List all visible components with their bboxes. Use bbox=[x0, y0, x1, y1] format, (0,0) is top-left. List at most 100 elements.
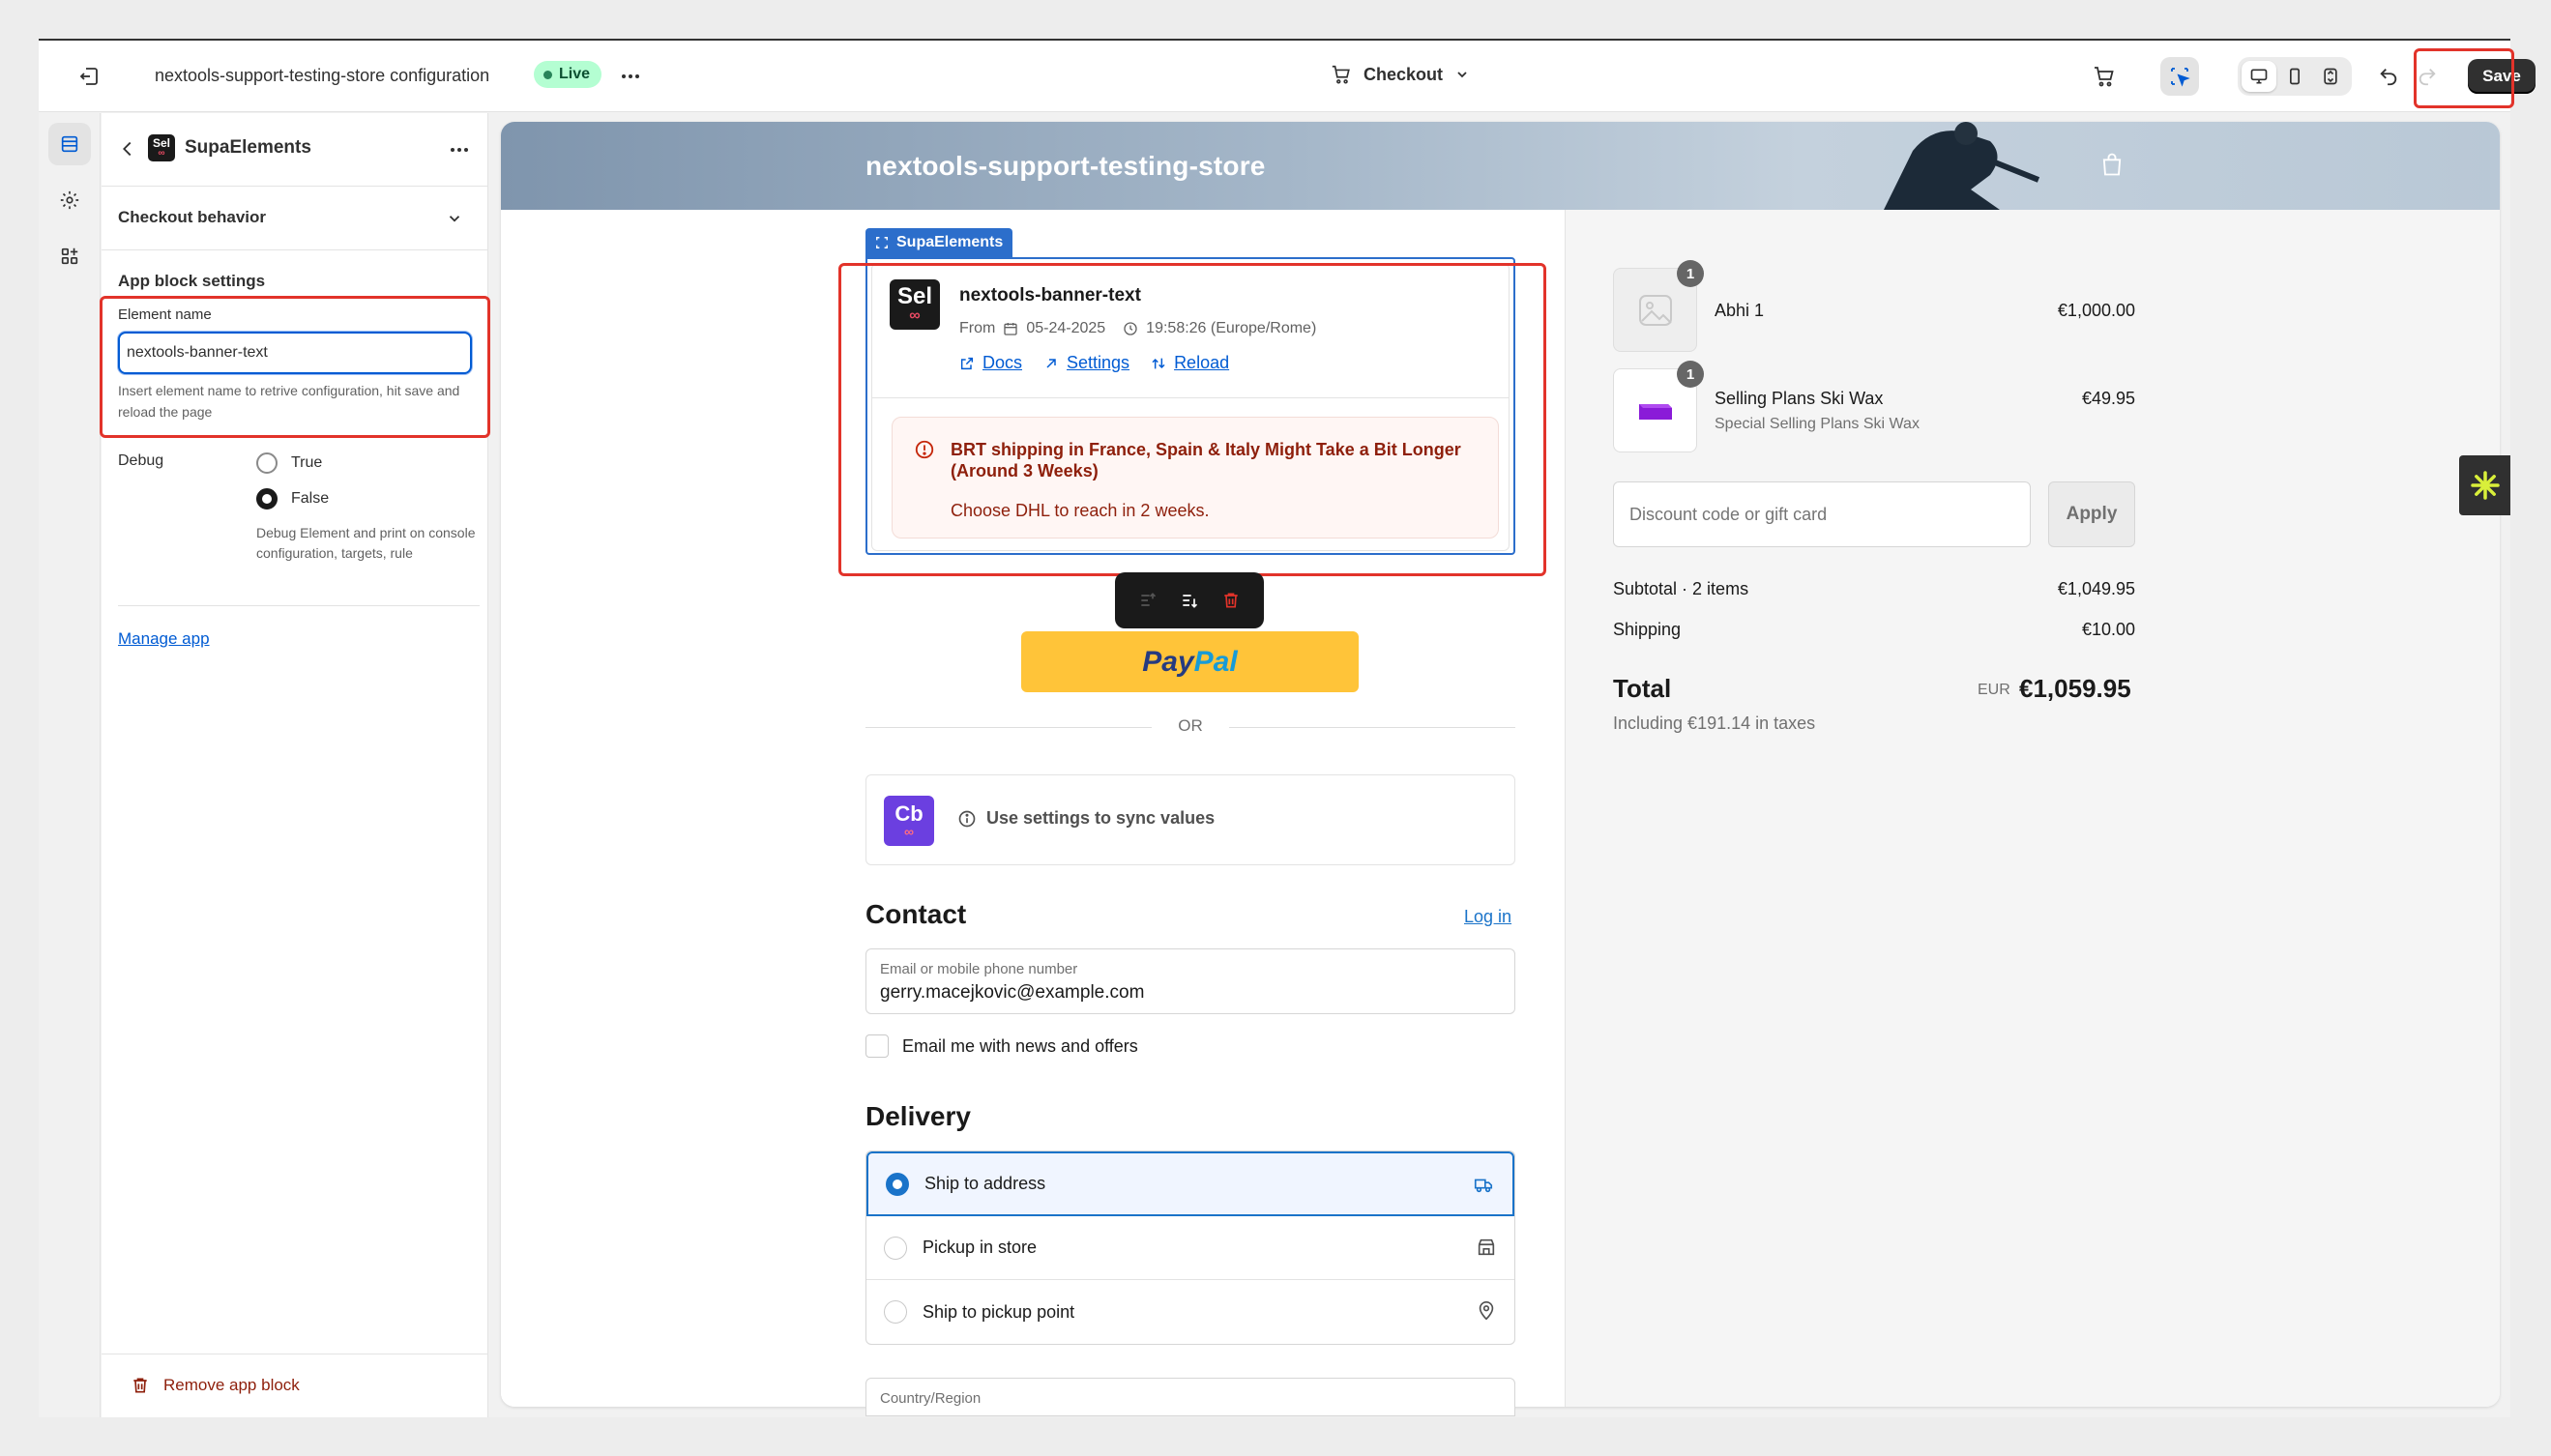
pickup-in-store-radio[interactable] bbox=[884, 1236, 907, 1260]
log-in-link[interactable]: Log in bbox=[1464, 907, 1511, 927]
email-field[interactable]: Email or mobile phone number gerry.macej… bbox=[865, 948, 1515, 1014]
divider-line bbox=[1229, 727, 1515, 728]
infinity-icon: ∞ bbox=[158, 148, 165, 159]
move-up-icon[interactable] bbox=[1138, 591, 1158, 610]
chevron-down-icon bbox=[1457, 72, 1467, 78]
paypal-button[interactable]: Pay Pal bbox=[1021, 631, 1359, 692]
inspector-icon[interactable] bbox=[2160, 57, 2199, 96]
settings-gear-icon[interactable] bbox=[48, 179, 91, 221]
item-name: Selling Plans Ski Wax bbox=[1715, 389, 1884, 408]
subtotal-label: Subtotal · 2 items bbox=[1613, 579, 1749, 598]
live-badge-label: Live bbox=[559, 66, 591, 82]
location-pin-icon bbox=[1476, 1300, 1497, 1322]
total-value: €1,059.95 bbox=[2019, 674, 2131, 703]
cart-preview-icon[interactable] bbox=[2085, 57, 2124, 96]
sparkle-icon bbox=[2470, 471, 2500, 500]
or-divider: OR bbox=[865, 716, 1515, 740]
remove-app-block-button[interactable]: Remove app block bbox=[131, 1376, 300, 1395]
contact-heading: Contact bbox=[865, 899, 967, 929]
delete-icon[interactable] bbox=[1221, 591, 1241, 610]
country-region-field[interactable]: Country/Region bbox=[865, 1378, 1515, 1416]
page-selector-label: Checkout bbox=[1363, 64, 1444, 84]
exit-icon[interactable] bbox=[70, 57, 108, 96]
store-title: nextools-support-testing-store configura… bbox=[155, 66, 490, 85]
undo-icon[interactable] bbox=[2369, 57, 2408, 96]
currency-code: EUR bbox=[1978, 682, 2010, 698]
or-text: OR bbox=[1178, 716, 1203, 735]
fullscreen-icon[interactable] bbox=[2313, 61, 2348, 92]
page-selector[interactable]: Checkout bbox=[1331, 64, 1470, 85]
item-name: Abhi 1 bbox=[1715, 301, 1765, 320]
more-options-icon[interactable] bbox=[611, 57, 650, 96]
news-opt-in[interactable]: Email me with news and offers bbox=[865, 1034, 1138, 1058]
apply-discount-button[interactable]: Apply bbox=[2048, 481, 2135, 547]
panel-title: SupaElements bbox=[185, 137, 311, 158]
ship-to-pickup-point-label: Ship to pickup point bbox=[923, 1301, 1075, 1322]
news-checkbox[interactable] bbox=[865, 1034, 889, 1058]
checkout-behavior-section[interactable]: Checkout behavior bbox=[102, 187, 488, 250]
panel-more-icon[interactable] bbox=[448, 138, 471, 161]
debug-false-label: False bbox=[291, 490, 330, 507]
supaelements-tag-label: SupaElements bbox=[896, 234, 1004, 250]
debug-true-radio[interactable] bbox=[256, 452, 278, 474]
apps-icon[interactable] bbox=[48, 235, 91, 277]
cart-icon bbox=[1332, 65, 1350, 84]
info-icon bbox=[958, 810, 976, 827]
cb-logo: Cb ∞ bbox=[884, 796, 934, 846]
cb-message-text: Use settings to sync values bbox=[986, 808, 1216, 828]
delivery-heading: Delivery bbox=[865, 1101, 971, 1131]
ship-to-pickup-point-option[interactable]: Ship to pickup point bbox=[866, 1280, 1514, 1344]
paypal-logo-pal: Pal bbox=[1193, 645, 1238, 678]
element-name-highlight bbox=[100, 296, 490, 438]
taxes-note: Including €191.14 in taxes bbox=[1613, 713, 1816, 733]
subtotal-value: €1,049.95 bbox=[2057, 579, 2135, 598]
debug-true-label: True bbox=[291, 454, 323, 471]
pickup-in-store-label: Pickup in store bbox=[923, 1238, 1038, 1257]
ship-to-address-radio[interactable] bbox=[886, 1172, 909, 1196]
remove-app-block-label: Remove app block bbox=[163, 1376, 300, 1394]
top-bar: nextools-support-testing-store configura… bbox=[39, 41, 2536, 112]
debug-help: Debug Element and print on console confi… bbox=[256, 525, 476, 561]
ski-wax-image bbox=[1638, 404, 1672, 420]
cb-app-block[interactable]: Cb ∞ Use settings to sync values bbox=[865, 774, 1515, 865]
news-checkbox-label: Email me with news and offers bbox=[902, 1035, 1138, 1056]
icon-rail bbox=[39, 113, 101, 1417]
ship-to-address-option[interactable]: Ship to address bbox=[866, 1151, 1514, 1216]
store-name[interactable]: nextools-support-testing-store bbox=[865, 151, 1266, 182]
shopping-bag-icon[interactable] bbox=[2098, 151, 2126, 178]
side-widget[interactable] bbox=[2459, 455, 2510, 515]
move-down-icon[interactable] bbox=[1180, 591, 1199, 610]
back-arrow-icon[interactable] bbox=[117, 138, 138, 160]
item-price: €49.95 bbox=[2081, 389, 2135, 408]
ship-to-pickup-point-radio[interactable] bbox=[884, 1300, 907, 1324]
skier-image bbox=[1884, 122, 2040, 210]
country-region-label: Country/Region bbox=[880, 1390, 982, 1407]
supaelements-tag[interactable]: SupaElements bbox=[865, 228, 1013, 257]
block-toolbar bbox=[1115, 572, 1264, 628]
shipping-value: €10.00 bbox=[2081, 620, 2135, 639]
pickup-in-store-option[interactable]: Pickup in store bbox=[866, 1216, 1514, 1280]
mobile-icon[interactable] bbox=[2277, 61, 2312, 92]
store-icon bbox=[1476, 1237, 1497, 1258]
debug-false-radio[interactable] bbox=[256, 488, 278, 510]
manage-app-link[interactable]: Manage app bbox=[118, 629, 210, 649]
item-price: €1,000.00 bbox=[2057, 301, 2135, 320]
panel-header: Sel ∞ SupaElements bbox=[102, 113, 488, 187]
quantity-badge: 1 bbox=[1677, 260, 1704, 287]
quantity-badge: 1 bbox=[1677, 361, 1704, 388]
live-badge: Live bbox=[534, 61, 602, 88]
infinity-icon: ∞ bbox=[904, 824, 914, 839]
divider bbox=[118, 605, 480, 606]
shipping-label: Shipping bbox=[1613, 620, 1682, 639]
desktop-icon[interactable] bbox=[2242, 61, 2277, 92]
paypal-logo-pay: Pay bbox=[1142, 645, 1194, 678]
cb-message: Use settings to sync values bbox=[957, 808, 1215, 829]
total-label: Total bbox=[1613, 674, 1672, 703]
discount-code-input[interactable] bbox=[1613, 481, 2031, 547]
sections-icon[interactable] bbox=[48, 123, 91, 165]
debug-true-option[interactable]: True bbox=[256, 452, 322, 474]
block-icon bbox=[876, 237, 888, 248]
delivery-options: Ship to address Pickup in store Ship to … bbox=[865, 1150, 1515, 1345]
debug-false-option[interactable]: False bbox=[256, 488, 329, 510]
chevron-down-icon bbox=[446, 210, 463, 227]
